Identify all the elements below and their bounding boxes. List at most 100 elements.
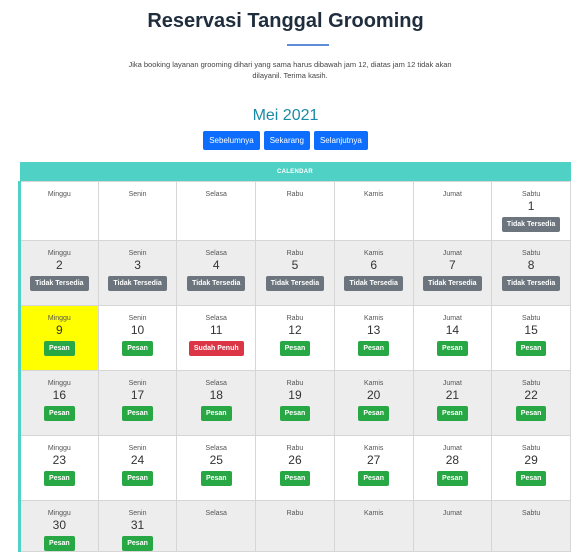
day-number: 19: [288, 388, 302, 402]
calendar-day-cell: Jumat: [412, 500, 493, 552]
day-name: Senin: [128, 445, 147, 452]
book-button[interactable]: Pesan: [44, 471, 75, 486]
unavailable-badge: Tidak Tersedia: [344, 276, 403, 291]
calendar-day-cell: Kamis: [333, 500, 414, 552]
day-name: Rabu: [286, 445, 304, 452]
day-number: 31: [130, 518, 145, 532]
next-month-button[interactable]: Selanjutnya: [313, 131, 368, 150]
calendar-day-cell: Selasa 18 Pesan: [176, 370, 257, 436]
calendar-day-cell: Minggu: [18, 181, 99, 241]
calendar-day-cell: Sabtu 8 Tidak Tersedia: [491, 240, 571, 306]
day-name: Sabtu: [521, 250, 541, 257]
book-button[interactable]: Pesan: [515, 406, 547, 421]
book-button[interactable]: Pesan: [200, 471, 232, 486]
unavailable-badge: Tidak Tersedia: [187, 276, 246, 291]
day-name: Jumat: [442, 510, 462, 517]
day-number: 29: [524, 453, 538, 467]
book-button[interactable]: Pesan: [437, 471, 468, 486]
day-number: 28: [445, 453, 460, 467]
month-navigation: Sebelumnya Sekarang Selanjutnya: [0, 131, 571, 150]
day-name: Senin: [128, 250, 147, 257]
day-number: 5: [291, 258, 299, 272]
day-name: Selasa: [205, 250, 227, 257]
calendar-day-cell: Selasa: [176, 181, 257, 241]
book-button[interactable]: Pesan: [437, 406, 468, 421]
day-name: Minggu: [47, 380, 71, 387]
day-name: Selasa: [205, 191, 227, 198]
calendar-table: CALENDAR Minggu Senin Selasa Rabu Kamis Jumat…: [18, 162, 571, 552]
day-name: Senin: [128, 380, 147, 387]
day-name: Kamis: [363, 380, 384, 387]
calendar-day-cell: Rabu 5 Tidak Tersedia: [255, 240, 335, 306]
calendar-day-cell: Rabu 26 Pesan: [255, 435, 335, 501]
book-button[interactable]: Pesan: [122, 406, 153, 421]
day-number: 16: [52, 388, 67, 402]
calendar-day-cell: Selasa 25 Pesan: [176, 435, 257, 501]
calendar-day-cell: Minggu 2 Tidak Tersedia: [18, 240, 99, 306]
day-name: Senin: [128, 315, 147, 322]
calendar-day-cell: Sabtu 29 Pesan: [491, 435, 571, 501]
calendar-day-cell: Jumat 14 Pesan: [412, 305, 493, 371]
day-number: 2: [56, 258, 63, 272]
current-month-button[interactable]: Sekarang: [263, 131, 310, 150]
day-number: 17: [130, 388, 145, 402]
unavailable-badge: Tidak Tersedia: [423, 276, 482, 291]
calendar-week-row: Minggu 16 Pesan Senin 17 Pesan Selasa 18 Pesan Ra…: [18, 370, 571, 436]
day-number: 10: [130, 323, 145, 337]
calendar-day-cell: Selasa: [176, 500, 257, 552]
calendar-day-cell: Sabtu 22 Pesan: [491, 370, 571, 436]
day-number: 6: [370, 258, 377, 272]
calendar-day-cell: Jumat 21 Pesan: [412, 370, 493, 436]
day-name: Kamis: [363, 445, 384, 452]
calendar-week-row: Minggu 23 Pesan Senin 24 Pesan Selasa 25 Pesan Ra…: [18, 435, 571, 501]
day-name: Minggu: [47, 191, 71, 198]
day-number: 4: [212, 258, 220, 272]
calendar-day-cell: Sabtu 1 Tidak Tersedia: [491, 181, 571, 241]
calendar-day-cell: Senin 10 Pesan: [97, 305, 178, 371]
book-button[interactable]: Pesan: [44, 341, 75, 356]
day-number: 22: [524, 388, 538, 402]
book-button[interactable]: Pesan: [122, 536, 153, 551]
book-button[interactable]: Pesan: [515, 341, 547, 356]
book-button[interactable]: Pesan: [122, 341, 153, 356]
day-name: Selasa: [205, 445, 227, 452]
calendar-day-cell: Senin: [97, 181, 178, 241]
day-number: 1: [527, 199, 535, 213]
calendar-header: CALENDAR: [19, 162, 571, 182]
calendar-day-cell: Selasa 4 Tidak Tersedia: [176, 240, 257, 306]
book-button[interactable]: Pesan: [515, 471, 547, 486]
day-number: 26: [288, 453, 302, 467]
day-name: Rabu: [286, 380, 304, 387]
calendar-day-cell: Kamis 27 Pesan: [333, 435, 414, 501]
day-name: Selasa: [205, 510, 227, 517]
book-button[interactable]: Pesan: [44, 536, 75, 551]
unavailable-badge: Tidak Tersedia: [501, 276, 561, 291]
day-name: Sabtu: [521, 191, 541, 198]
prev-month-button[interactable]: Sebelumnya: [203, 131, 260, 150]
book-button[interactable]: Pesan: [279, 471, 311, 486]
book-button[interactable]: Pesan: [44, 406, 75, 421]
calendar-day-cell: Selasa 11 Sudah Penuh: [176, 305, 257, 371]
booking-note: Jika booking layanan grooming dihari yan…: [128, 60, 452, 80]
calendar-week-row: Minggu Senin Selasa Rabu Kamis Jumat Sabtu 1 Tid…: [18, 181, 571, 241]
book-button[interactable]: Pesan: [200, 406, 232, 421]
book-button[interactable]: Pesan: [358, 471, 389, 486]
day-name: Sabtu: [521, 445, 541, 452]
book-button[interactable]: Pesan: [358, 406, 389, 421]
calendar-day-cell: Rabu 12 Pesan: [255, 305, 335, 371]
day-name: Minggu: [47, 250, 71, 257]
calendar-day-cell: Minggu 9 Pesan: [18, 305, 99, 371]
full-badge: Sudah Penuh: [188, 341, 244, 356]
book-button[interactable]: Pesan: [437, 341, 468, 356]
book-button[interactable]: Pesan: [122, 471, 153, 486]
book-button[interactable]: Pesan: [279, 406, 311, 421]
day-number: 9: [56, 323, 63, 337]
day-name: Rabu: [286, 250, 304, 257]
book-button[interactable]: Pesan: [358, 341, 389, 356]
calendar-day-cell: Senin 17 Pesan: [97, 370, 178, 436]
day-name: Kamis: [363, 510, 384, 517]
book-button[interactable]: Pesan: [279, 341, 311, 356]
day-number: 30: [52, 518, 67, 532]
day-name: Sabtu: [521, 380, 541, 387]
day-name: Kamis: [363, 250, 384, 257]
